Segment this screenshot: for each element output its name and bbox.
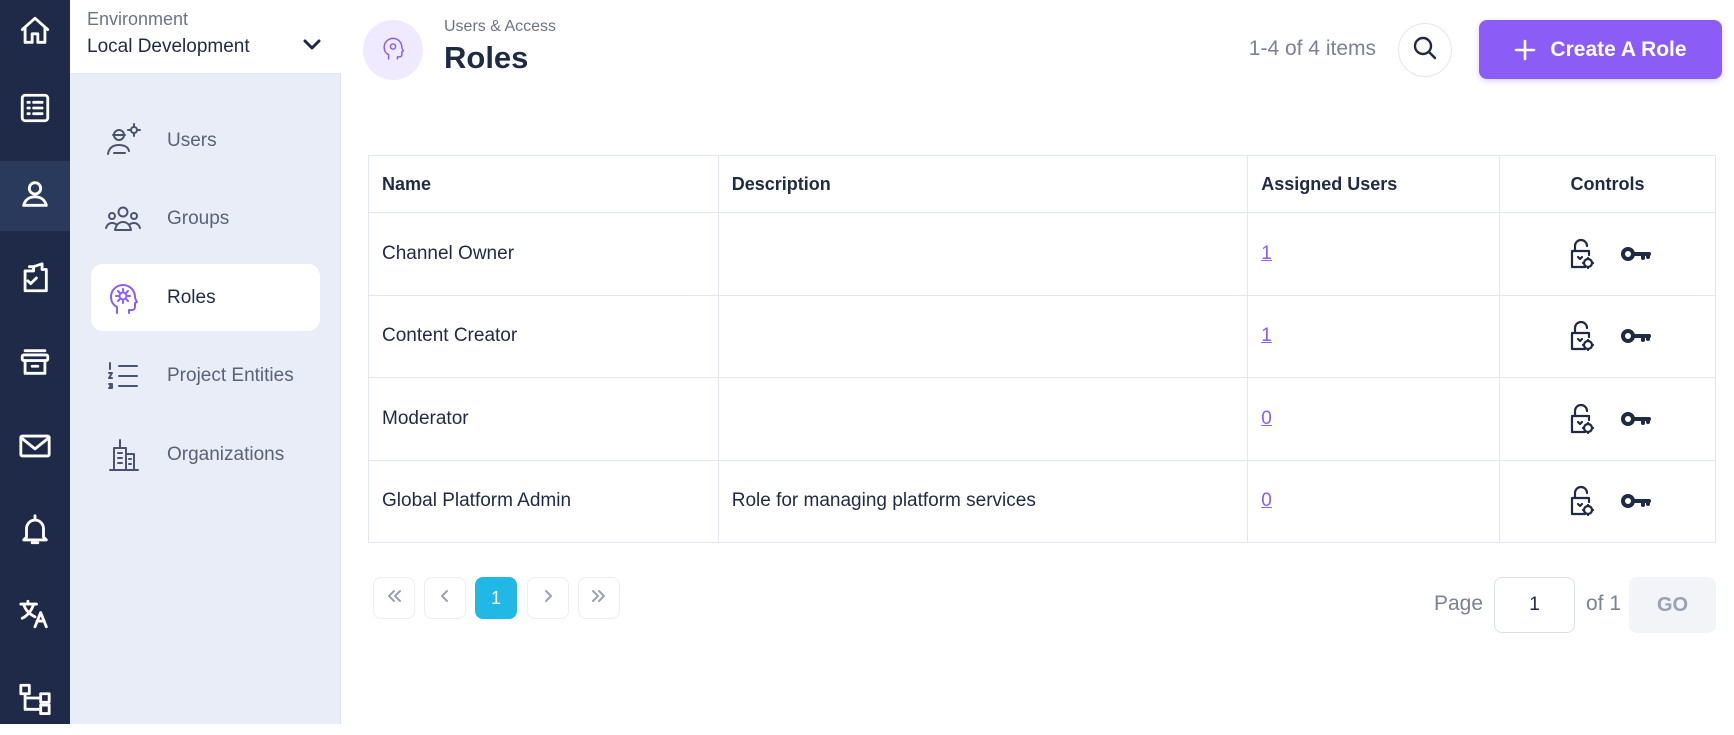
mail-icon xyxy=(18,429,52,468)
user-icon xyxy=(18,177,52,216)
rail-mail[interactable] xyxy=(0,413,70,483)
search-button[interactable] xyxy=(1398,23,1452,77)
user-gear-icon xyxy=(103,121,143,161)
hierarchy-icon xyxy=(18,681,52,720)
chevron-right-icon xyxy=(538,586,558,611)
next-page-button[interactable] xyxy=(527,577,569,619)
assigned-users-link[interactable]: 1 xyxy=(1261,325,1272,346)
search-icon xyxy=(1412,35,1438,66)
sidebar-item-label: Organizations xyxy=(167,443,285,465)
rail-translations[interactable] xyxy=(0,581,70,651)
page-button-current[interactable]: 1 xyxy=(475,577,517,619)
environment-selector[interactable]: Environment Local Development xyxy=(70,0,341,74)
item-count: 1-4 of 4 items xyxy=(1248,37,1376,60)
role-name: Channel Owner xyxy=(368,212,719,296)
list-icon xyxy=(18,91,52,130)
assigned-users-link[interactable]: 1 xyxy=(1261,243,1272,264)
assigned-users-link[interactable]: 0 xyxy=(1261,490,1272,511)
table-header-row: Name Description Assigned Users Controls xyxy=(368,155,1716,213)
plus-icon xyxy=(1514,39,1536,61)
lock-permissions-icon[interactable] xyxy=(1565,238,1597,270)
column-header-controls: Controls xyxy=(1499,155,1716,213)
chevron-left-icon xyxy=(435,586,455,611)
page-label: Page xyxy=(1434,592,1484,615)
sidebar-item-label: Groups xyxy=(167,207,230,229)
key-icon[interactable] xyxy=(1619,485,1651,517)
first-page-button[interactable] xyxy=(373,577,415,619)
key-icon[interactable] xyxy=(1619,238,1651,270)
home-icon xyxy=(18,14,52,53)
breadcrumb[interactable]: Users & Access xyxy=(444,18,556,36)
clipboard-check-icon xyxy=(18,261,52,300)
sidebar-item-groups[interactable]: Groups xyxy=(91,185,320,252)
create-role-label: Create A Role xyxy=(1550,37,1687,61)
environment-value: Local Development xyxy=(87,36,250,57)
building-icon xyxy=(103,435,143,475)
secondary-sidebar: Environment Local Development Users Grou… xyxy=(70,0,341,724)
sidebar-item-label: Roles xyxy=(167,286,216,308)
sidebar-item-project-entities[interactable]: Project Entities xyxy=(91,342,320,409)
role-description: Role for managing platform services xyxy=(717,459,1249,543)
roles-badge xyxy=(363,20,423,80)
group-icon xyxy=(103,199,143,239)
role-name: Moderator xyxy=(368,377,719,461)
sidebar-item-roles[interactable]: Roles xyxy=(91,264,320,331)
rail-users[interactable] xyxy=(0,161,70,231)
column-header-assigned-users[interactable]: Assigned Users xyxy=(1247,155,1501,213)
page-title: Roles xyxy=(444,40,529,75)
create-role-button[interactable]: Create A Role xyxy=(1479,20,1722,79)
archive-icon xyxy=(18,345,52,384)
bell-icon xyxy=(18,513,52,552)
rail-list[interactable] xyxy=(0,75,70,145)
key-icon[interactable] xyxy=(1619,403,1651,435)
page-number-input[interactable] xyxy=(1494,577,1575,633)
chevron-down-icon xyxy=(301,36,323,54)
numbered-list-icon xyxy=(103,356,143,396)
sidebar-item-organizations[interactable]: Organizations xyxy=(91,421,320,488)
translate-icon xyxy=(18,597,52,636)
role-name: Global Platform Admin xyxy=(368,459,719,543)
sidebar-item-label: Users xyxy=(167,129,217,151)
role-description xyxy=(717,212,1249,296)
icon-rail xyxy=(0,0,70,724)
key-icon[interactable] xyxy=(1619,320,1651,352)
environment-label: Environment xyxy=(87,9,189,29)
assigned-users-link[interactable]: 0 xyxy=(1261,408,1272,429)
role-name: Content Creator xyxy=(368,294,719,378)
go-button[interactable]: GO xyxy=(1629,577,1716,633)
column-header-name[interactable]: Name xyxy=(368,155,719,213)
role-description xyxy=(717,294,1249,378)
lock-permissions-icon[interactable] xyxy=(1565,320,1597,352)
table-row: Content Creator 1 xyxy=(368,294,1716,378)
rail-archive[interactable] xyxy=(0,329,70,399)
last-page-button[interactable] xyxy=(578,577,620,619)
chevrons-left-icon xyxy=(384,586,404,611)
roles-table: Name Description Assigned Users Controls… xyxy=(368,155,1716,543)
chevrons-right-icon xyxy=(589,586,609,611)
lock-permissions-icon[interactable] xyxy=(1565,403,1597,435)
column-header-description[interactable]: Description xyxy=(717,155,1249,213)
page-total-label: of 1 xyxy=(1586,592,1622,615)
rail-hierarchy[interactable] xyxy=(0,665,70,735)
rail-notifications[interactable] xyxy=(0,497,70,567)
rail-home[interactable] xyxy=(0,0,70,68)
sidebar-item-users[interactable]: Users xyxy=(91,107,320,174)
table-row: Moderator 0 xyxy=(368,377,1716,461)
sidebar-item-label: Project Entities xyxy=(167,364,294,386)
rail-tasks[interactable] xyxy=(0,245,70,315)
table-row: Global Platform Admin Role for managing … xyxy=(368,459,1716,543)
head-gear-icon xyxy=(103,278,143,318)
prev-page-button[interactable] xyxy=(424,577,466,619)
role-description xyxy=(717,377,1249,461)
lock-permissions-icon[interactable] xyxy=(1565,485,1597,517)
table-row: Channel Owner 1 xyxy=(368,212,1716,296)
head-gear-icon xyxy=(379,34,407,67)
